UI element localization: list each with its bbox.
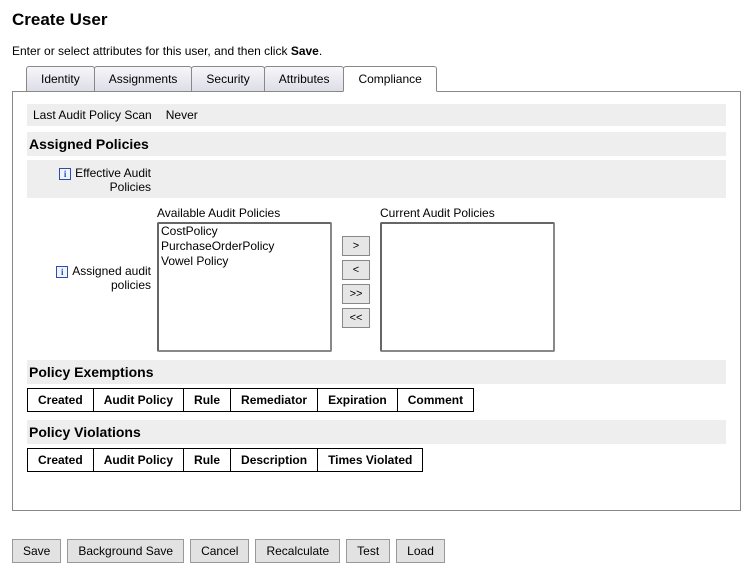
info-icon[interactable]: i (59, 168, 71, 180)
instructions-pre: Enter or select attributes for this user… (12, 44, 291, 58)
col-comment: Comment (397, 389, 473, 412)
effective-policies-label: i Effective Audit Policies (29, 164, 157, 194)
tab-row: Identity Assignments Security Attributes… (26, 66, 741, 91)
col-times-violated: Times Violated (318, 449, 423, 472)
instructions-bold: Save (291, 44, 319, 58)
col-rule: Rule (184, 389, 231, 412)
compliance-panel: Last Audit Policy Scan Never Assigned Po… (12, 91, 741, 511)
save-button[interactable]: Save (12, 539, 61, 563)
test-button[interactable]: Test (346, 539, 390, 563)
assigned-policies-text: Assigned audit policies (72, 264, 151, 292)
assigned-policies-row: i Assigned audit policies Available Audit… (27, 202, 726, 356)
dual-list: Available Audit Policies CostPolicy Purc… (157, 206, 555, 352)
button-bar: Save Background Save Cancel Recalculate … (12, 539, 741, 563)
list-item[interactable]: PurchaseOrderPolicy (159, 239, 330, 254)
current-column: Current Audit Policies (380, 206, 555, 352)
effective-policies-text: Effective Audit Policies (75, 166, 151, 194)
list-item[interactable]: CostPolicy (159, 224, 330, 239)
violations-table: Created Audit Policy Rule Description Ti… (27, 448, 423, 472)
table-row: Created Audit Policy Rule Description Ti… (28, 449, 423, 472)
tab-attributes[interactable]: Attributes (264, 66, 345, 91)
available-column: Available Audit Policies CostPolicy Purc… (157, 206, 332, 352)
instructions-post: . (319, 44, 322, 58)
assigned-policies-heading: Assigned Policies (27, 132, 726, 156)
effective-policies-row: i Effective Audit Policies (27, 160, 726, 198)
last-scan-label: Last Audit Policy Scan (33, 108, 152, 122)
load-button[interactable]: Load (396, 539, 445, 563)
info-icon[interactable]: i (56, 266, 68, 278)
available-caption: Available Audit Policies (157, 206, 332, 220)
last-scan-row: Last Audit Policy Scan Never (27, 104, 726, 126)
col-rule: Rule (184, 449, 231, 472)
policy-violations-heading: Policy Violations (27, 420, 726, 444)
cancel-button[interactable]: Cancel (190, 539, 249, 563)
move-buttons: > < >> << (342, 236, 370, 328)
assigned-policies-label: i Assigned audit policies (29, 206, 157, 292)
col-description: Description (231, 449, 318, 472)
col-created: Created (28, 389, 94, 412)
available-policies-list[interactable]: CostPolicy PurchaseOrderPolicy Vowel Pol… (157, 222, 332, 352)
tab-assignments[interactable]: Assignments (94, 66, 193, 91)
col-audit-policy: Audit Policy (93, 389, 183, 412)
col-remediator: Remediator (231, 389, 318, 412)
tab-compliance[interactable]: Compliance (343, 66, 436, 92)
add-all-button[interactable]: >> (342, 284, 370, 304)
exemptions-table: Created Audit Policy Rule Remediator Exp… (27, 388, 474, 412)
table-row: Created Audit Policy Rule Remediator Exp… (28, 389, 474, 412)
tab-security[interactable]: Security (191, 66, 264, 91)
page-title: Create User (12, 10, 741, 30)
tab-identity[interactable]: Identity (26, 66, 95, 91)
remove-button[interactable]: < (342, 260, 370, 280)
last-scan-value: Never (166, 108, 198, 122)
list-item[interactable]: Vowel Policy (159, 254, 330, 269)
remove-all-button[interactable]: << (342, 308, 370, 328)
instructions: Enter or select attributes for this user… (12, 44, 741, 58)
add-button[interactable]: > (342, 236, 370, 256)
col-expiration: Expiration (318, 389, 398, 412)
col-audit-policy: Audit Policy (93, 449, 183, 472)
current-policies-list[interactable] (380, 222, 555, 352)
policy-exemptions-heading: Policy Exemptions (27, 360, 726, 384)
recalculate-button[interactable]: Recalculate (255, 539, 340, 563)
background-save-button[interactable]: Background Save (67, 539, 184, 563)
col-created: Created (28, 449, 94, 472)
current-caption: Current Audit Policies (380, 206, 555, 220)
